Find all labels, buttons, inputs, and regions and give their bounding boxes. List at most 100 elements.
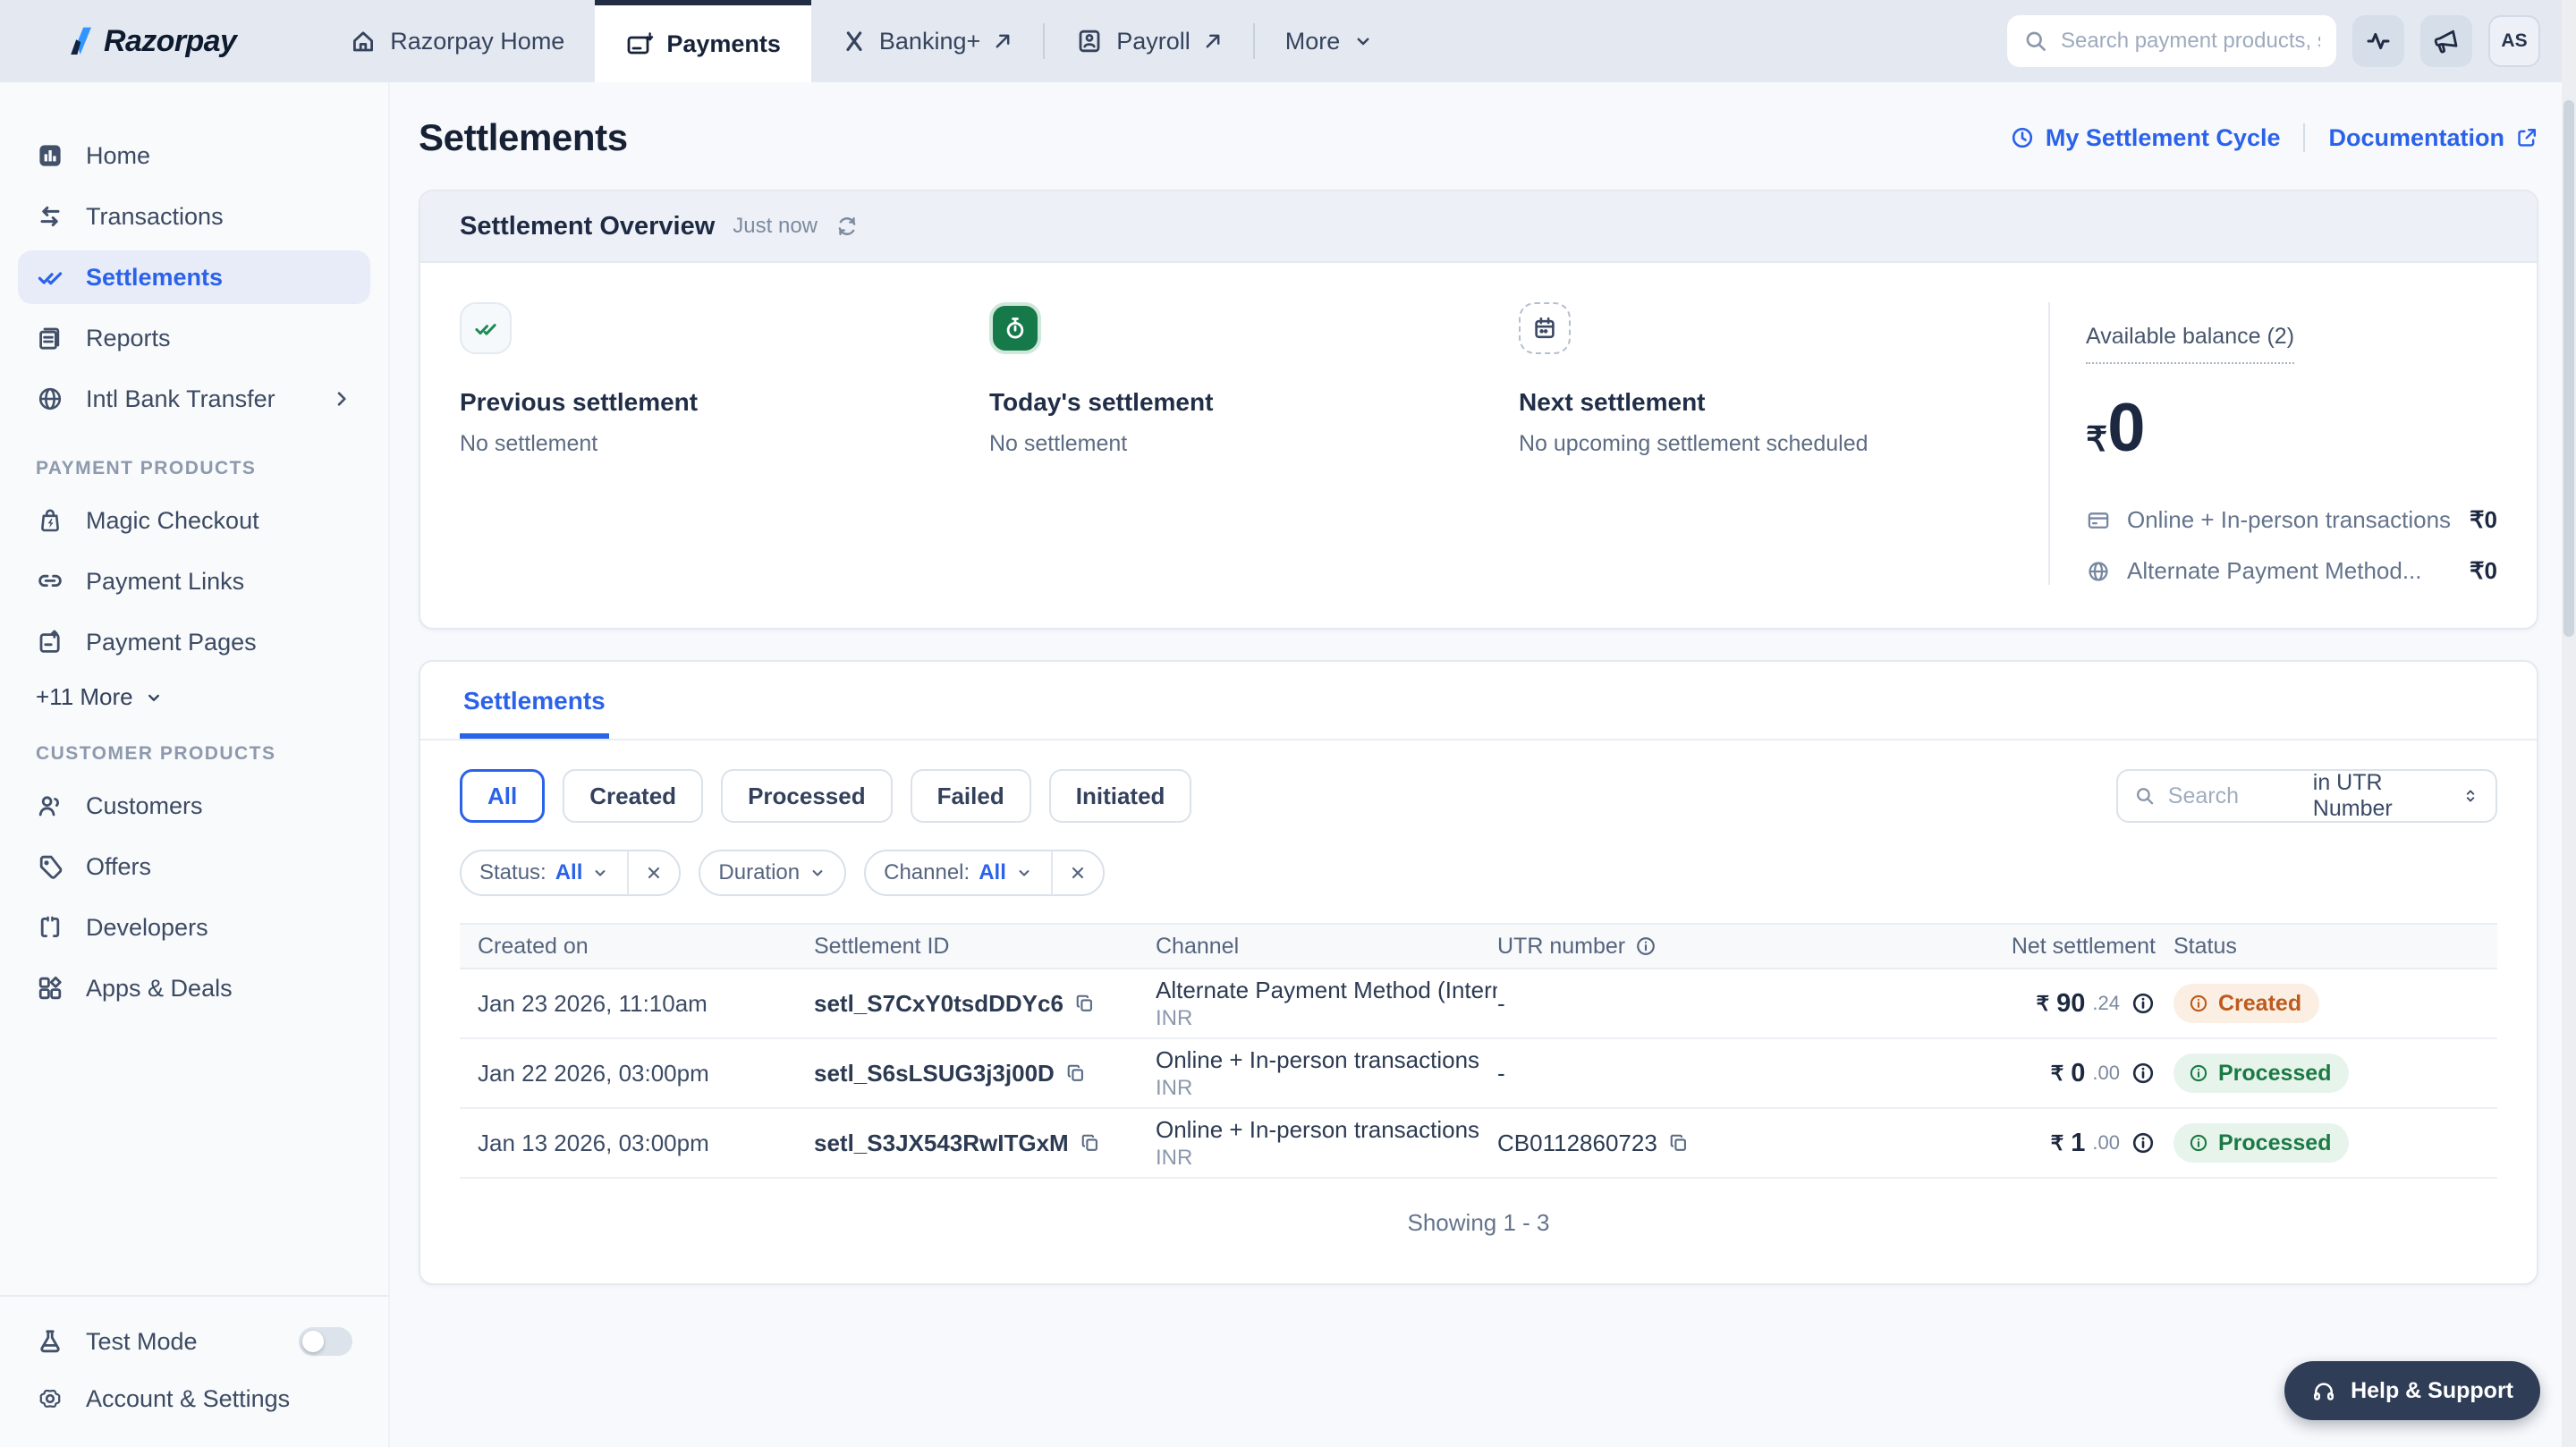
filter-initiated[interactable]: Initiated <box>1048 769 1192 823</box>
available-balance-panel: Available balance (2) ₹ 0 Online + In-pe… <box>2048 302 2501 585</box>
sidebar-item-offers[interactable]: Offers <box>18 840 370 893</box>
chip-channel-clear[interactable] <box>1053 864 1103 882</box>
tab-label: Razorpay Home <box>390 27 565 55</box>
tab-razorpay-home[interactable]: Razorpay Home <box>318 0 595 82</box>
chip-status-clear[interactable] <box>629 864 679 882</box>
tab-settlements[interactable]: Settlements <box>460 662 609 739</box>
table-search: in UTR Number <box>2116 769 2497 823</box>
sidebar-item-transactions[interactable]: Transactions <box>18 190 370 243</box>
info-icon[interactable] <box>1634 935 1657 958</box>
settlement-id: setl_S6sLSUG3j3j00D <box>814 1059 1055 1087</box>
account-settings-label: Account & Settings <box>86 1384 291 1412</box>
sidebar-item-label: Developers <box>86 913 208 941</box>
info-icon[interactable] <box>2131 991 2156 1016</box>
table-row[interactable]: Jan 23 2026, 11:10am setl_S7CxY0tsdDDYc6… <box>460 969 2497 1039</box>
activity-button[interactable] <box>2352 15 2404 67</box>
next-settlement-icon-box <box>1519 302 1571 354</box>
sidebar-item-home[interactable]: Home <box>18 129 370 182</box>
available-balance-amount: ₹ 0 <box>2086 389 2501 467</box>
payroll-icon <box>1079 30 1100 53</box>
filter-created[interactable]: Created <box>563 769 704 823</box>
balance-row-label: Online + In-person transactions <box>2127 506 2452 533</box>
sidebar-item-label: Magic Checkout <box>86 506 259 534</box>
table-row[interactable]: Jan 22 2026, 03:00pm setl_S6sLSUG3j3j00D… <box>460 1039 2497 1109</box>
status-badge: Processed <box>2174 1123 2350 1163</box>
cell-created-on: Jan 13 2026, 03:00pm <box>478 1129 709 1156</box>
col-created-on: Created on <box>478 933 589 959</box>
scrollbar-thumb[interactable] <box>2563 100 2574 637</box>
double-check-icon <box>38 272 63 285</box>
sidebar-item-payment-links[interactable]: Payment Links <box>18 554 370 608</box>
filter-processed[interactable]: Processed <box>721 769 893 823</box>
sidebar-item-intl-bank-transfer[interactable]: Intl Bank Transfer <box>18 372 370 426</box>
info-icon[interactable] <box>2131 1061 2156 1086</box>
refresh-button[interactable] <box>835 215 859 238</box>
sidebar-item-account-settings[interactable]: Account & Settings <box>18 1372 370 1426</box>
swap-arrows-icon <box>40 206 60 227</box>
razorpay-logo[interactable]: Razorpay <box>68 0 237 82</box>
table-row[interactable]: Jan 13 2026, 03:00pm setl_S3JX543RwITGxM… <box>460 1109 2497 1179</box>
next-settlement-title: Next settlement <box>1519 388 1706 416</box>
filter-all[interactable]: All <box>460 769 546 823</box>
search-scope-select[interactable]: in UTR Number <box>2313 770 2479 822</box>
tab-payroll[interactable]: Payroll <box>1045 0 1253 82</box>
sidebar-more-toggle[interactable]: +11 More <box>0 673 388 715</box>
my-settlement-cycle-link[interactable]: My Settlement Cycle <box>2010 124 2280 152</box>
global-search-input[interactable] <box>2061 29 2320 54</box>
info-icon[interactable] <box>2131 1130 2156 1155</box>
sidebar-item-customers[interactable]: Customers <box>18 779 370 833</box>
copy-icon[interactable] <box>1074 993 1096 1014</box>
sidebar-item-apps-deals[interactable]: Apps & Deals <box>18 961 370 1015</box>
copy-icon[interactable] <box>1080 1132 1101 1154</box>
tab-payments[interactable]: Payments <box>595 0 811 82</box>
search-icon <box>2137 788 2154 805</box>
test-mode-toggle[interactable] <box>299 1327 352 1356</box>
cell-status: Created <box>2156 984 2497 1023</box>
copy-icon[interactable] <box>1065 1062 1087 1084</box>
section-customer-products: CUSTOMER PRODUCTS <box>36 743 276 764</box>
sidebar-item-reports[interactable]: Reports <box>18 311 370 365</box>
chip-channel[interactable]: Channel: All <box>864 850 1105 896</box>
chip-status[interactable]: Status: All <box>460 850 682 896</box>
sidebar-item-label: Offers <box>86 852 152 880</box>
avatar[interactable]: AS <box>2488 15 2540 67</box>
headset-icon <box>2314 1383 2334 1400</box>
amount-rupees: 90 <box>2056 988 2086 1018</box>
chevron-down-icon <box>812 870 823 876</box>
page-header: Settlements My Settlement Cycle Document… <box>419 111 2538 165</box>
reports-icon <box>39 327 60 350</box>
announcements-button[interactable] <box>2420 15 2472 67</box>
help-support-button[interactable]: Help & Support <box>2284 1361 2540 1420</box>
bar-chart-icon <box>39 145 61 166</box>
sidebar-item-label: Transactions <box>86 202 224 230</box>
cell-settlement-id: setl_S7CxY0tsdDDYc6 <box>814 990 1156 1018</box>
stopwatch-icon <box>1006 317 1024 339</box>
tab-more[interactable]: More <box>1255 0 1405 82</box>
utr-search-input[interactable] <box>2167 783 2301 809</box>
chip-label: Duration <box>718 860 801 884</box>
balance-value: 0 <box>2107 390 2145 466</box>
next-settlement-subtitle: No upcoming settlement scheduled <box>1519 431 1868 456</box>
close-icon <box>1072 867 1083 879</box>
sidebar-item-label: Payment Links <box>86 567 245 595</box>
balance-breakdown: Online + In-person transactions ₹0 Alter… <box>2086 506 2501 585</box>
sidebar-item-magic-checkout[interactable]: Magic Checkout <box>18 494 370 547</box>
gear-icon <box>39 1389 61 1409</box>
status-info-icon <box>2190 994 2207 1012</box>
sidebar-item-payment-pages[interactable]: Payment Pages <box>18 615 370 669</box>
utr-value: CB0112860723 <box>1497 1129 1657 1156</box>
sidebar-item-developers[interactable]: Developers <box>18 901 370 954</box>
cell-net-settlement: ₹0 .00 <box>1819 1059 2156 1088</box>
copy-icon[interactable] <box>1668 1132 1690 1154</box>
rupee-symbol: ₹ <box>2050 1130 2064 1155</box>
chip-value: All <box>979 860 1006 884</box>
chip-duration[interactable]: Duration <box>699 850 847 896</box>
sidebar-item-settlements[interactable]: Settlements <box>18 250 370 304</box>
previous-settlement-subtitle: No settlement <box>460 431 598 456</box>
tab-banking[interactable]: Banking+ <box>811 0 1043 82</box>
available-balance-label[interactable]: Available balance (2) <box>2086 324 2295 364</box>
documentation-link[interactable]: Documentation <box>2328 124 2538 152</box>
global-search[interactable] <box>2007 15 2336 67</box>
scrollbar[interactable] <box>2562 0 2576 1447</box>
filter-failed[interactable]: Failed <box>910 769 1031 823</box>
